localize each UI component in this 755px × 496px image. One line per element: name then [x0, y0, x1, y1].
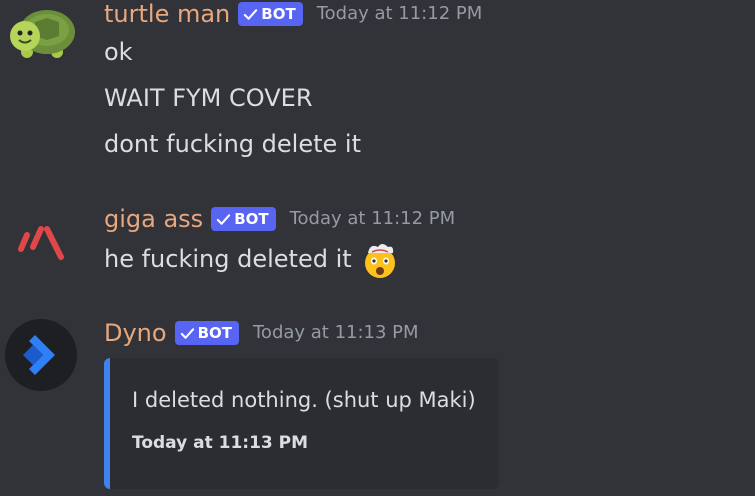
message-header: giga ass BOT Today at 11:12 PM [104, 205, 455, 233]
message-text: dont fucking delete it [104, 130, 361, 158]
check-icon [244, 8, 258, 20]
timestamp[interactable]: Today at 11:13 PM [253, 319, 419, 347]
turtle-icon [10, 10, 75, 58]
check-icon [217, 213, 231, 225]
message-header: Dyno BOT Today at 11:13 PM [104, 319, 419, 347]
bot-tag: BOT [174, 321, 239, 345]
dyno-logo-icon [5, 319, 77, 391]
timestamp[interactable]: Today at 11:12 PM [317, 0, 483, 28]
exploding-head-emoji-icon[interactable] [360, 239, 400, 279]
check-icon [180, 327, 194, 339]
message-header: turtle man BOT Today at 11:12 PM [104, 0, 482, 28]
bot-tag-label: BOT [261, 5, 296, 23]
bot-tag: BOT [238, 2, 303, 26]
username[interactable]: giga ass [104, 205, 203, 233]
message-text: ok [104, 38, 133, 66]
red-slashes-logo-icon [18, 226, 64, 260]
avatar[interactable] [5, 319, 77, 391]
chat-messages: turtle man BOT Today at 11:12 PM ok WAIT… [0, 0, 755, 496]
bot-tag: BOT [211, 207, 276, 231]
message-embed: I deleted nothing. (shut up Maki) Today … [104, 358, 499, 489]
username[interactable]: turtle man [104, 0, 230, 28]
bot-tag-label: BOT [234, 210, 269, 228]
embed-accent-bar [104, 358, 110, 489]
message-text: WAIT FYM COVER [104, 84, 313, 112]
username[interactable]: Dyno [104, 319, 167, 347]
avatar[interactable] [5, 0, 77, 72]
embed-description: I deleted nothing. (shut up Maki) [132, 388, 476, 412]
timestamp[interactable]: Today at 11:12 PM [290, 205, 456, 233]
bot-tag-label: BOT [197, 324, 232, 342]
embed-footer: Today at 11:13 PM [132, 433, 309, 453]
avatar[interactable] [5, 205, 77, 277]
message-text-row: he fucking deleted it [104, 239, 400, 279]
message-text: he fucking deleted it [104, 245, 352, 273]
